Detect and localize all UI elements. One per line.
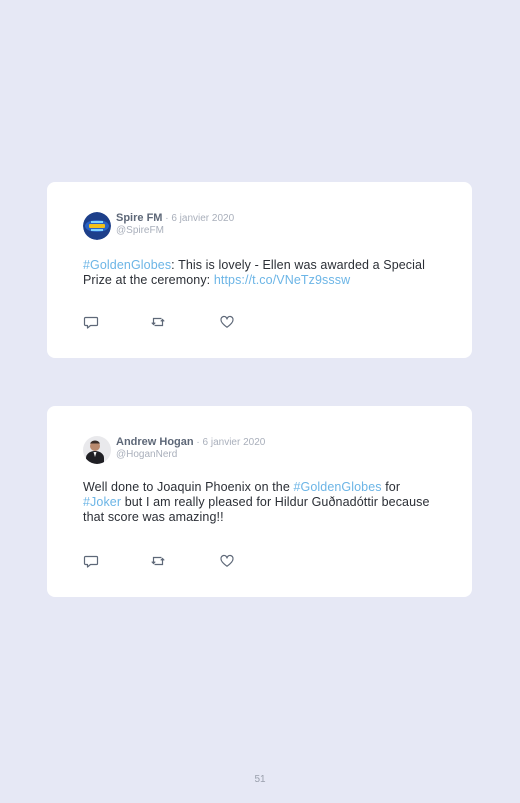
retweet-icon: [151, 317, 165, 327]
retweet-button[interactable]: [150, 314, 166, 330]
separator: ·: [162, 213, 172, 224]
reply-button[interactable]: [83, 553, 99, 569]
retweet-button[interactable]: [150, 553, 166, 569]
url-link[interactable]: https://t.co/VNeTz9sssw: [214, 273, 350, 287]
reply-icon: [83, 316, 99, 329]
tweet-date[interactable]: 6 janvier 2020: [171, 213, 234, 224]
tweet-date[interactable]: 6 janvier 2020: [203, 437, 266, 448]
retweet-icon: [151, 556, 165, 566]
tweet-text-segment: Well done to Joaquin Phoenix on the: [83, 480, 294, 494]
like-button[interactable]: [219, 553, 235, 569]
tweet-text-segment: for: [381, 480, 401, 494]
user-handle[interactable]: @HoganNerd: [116, 449, 265, 461]
hashtag-link[interactable]: #GoldenGlobes: [83, 258, 171, 272]
tweet-text: #GoldenGlobes: This is lovely - Ellen wa…: [83, 258, 433, 288]
reply-button[interactable]: [83, 314, 99, 330]
tweet-card: Spire FM · 6 janvier 2020 @SpireFM #Gold…: [47, 182, 472, 358]
avatar[interactable]: [83, 212, 111, 240]
reply-icon: [83, 555, 99, 568]
separator: ·: [193, 437, 203, 448]
user-handle[interactable]: @SpireFM: [116, 225, 234, 237]
heart-icon: [220, 315, 234, 328]
user-name[interactable]: Andrew Hogan: [116, 436, 194, 448]
hashtag-link[interactable]: #Joker: [83, 495, 121, 509]
user-photo-icon: [83, 436, 111, 464]
tweet-text: Well done to Joaquin Phoenix on the #Gol…: [83, 480, 433, 525]
spire-fm-logo-icon: [83, 212, 111, 240]
tweet-actions: [83, 314, 253, 330]
like-button[interactable]: [219, 314, 235, 330]
tweet-actions: [83, 553, 253, 569]
page-number: 51: [254, 774, 266, 785]
hashtag-link[interactable]: #GoldenGlobes: [293, 480, 381, 494]
user-name[interactable]: Spire FM: [116, 212, 162, 224]
tweet-card: Andrew Hogan · 6 janvier 2020 @HoganNerd…: [47, 406, 472, 597]
avatar[interactable]: [83, 436, 111, 464]
heart-icon: [220, 554, 234, 567]
tweet-text-segment: but I am really pleased for Hildur Guðna…: [83, 495, 430, 524]
